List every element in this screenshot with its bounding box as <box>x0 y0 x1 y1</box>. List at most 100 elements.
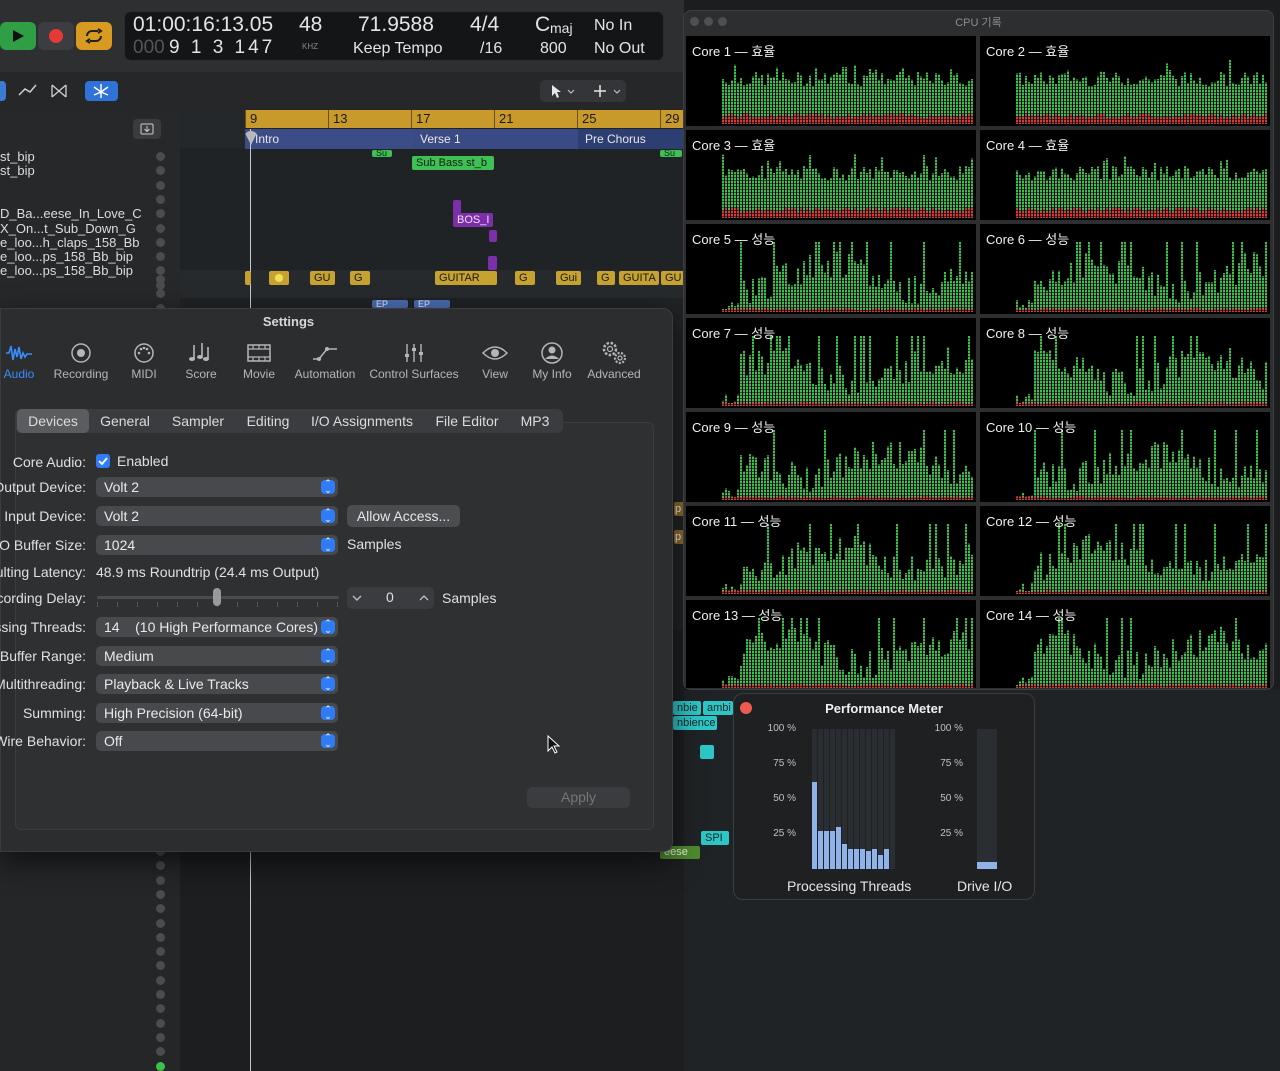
recording-delay-slider-thumb[interactable] <box>213 588 221 606</box>
track-mute-dot[interactable] <box>156 237 165 247</box>
cycle-button[interactable] <box>76 22 112 50</box>
recording-delay-stepper[interactable]: 0 <box>347 587 434 609</box>
track-mute-dot[interactable] <box>156 152 165 161</box>
lcd-display[interactable]: 01:00:16:13.05 000 9 1 3 147 48 KHZ 71.9… <box>124 11 664 61</box>
tab-devices[interactable]: Devices <box>17 409 89 433</box>
track-name[interactable]: X_On...t_Sub_Down_G <box>0 221 136 236</box>
chevron-down-icon[interactable] <box>351 593 363 603</box>
track-mute-dot[interactable] <box>156 975 165 985</box>
tab-sampler[interactable]: Sampler <box>163 409 233 433</box>
track-mute-dot[interactable] <box>156 1032 165 1042</box>
region-guitar[interactable]: GUITAR <box>435 271 497 285</box>
add-track-button[interactable] <box>133 119 161 139</box>
track-name[interactable]: st_bip <box>0 164 35 178</box>
region-yellow-dot[interactable] <box>269 271 289 285</box>
region-ambience-2[interactable]: ambi <box>703 701 733 715</box>
track-mute-dot[interactable] <box>156 194 165 204</box>
track-name[interactable]: e_loo...ps_158_Bb_bip <box>0 250 133 264</box>
region-ambience-1[interactable]: nbie <box>673 701 701 715</box>
multithreading-select[interactable]: Playback & Live Tracks ⌃ ⌄ <box>96 674 338 694</box>
buffer-range-select[interactable]: Medium ⌃ ⌄ <box>96 646 338 666</box>
catch-button[interactable] <box>85 81 118 101</box>
region-g-2[interactable]: G <box>515 271 535 285</box>
wire-behavior-select[interactable]: Off ⌃ ⌄ <box>96 731 338 751</box>
track-mute-dot[interactable] <box>156 223 165 233</box>
region-ambience-3[interactable]: nbience <box>673 716 717 730</box>
pane-view[interactable]: View <box>477 339 513 381</box>
track-mute-dot[interactable] <box>156 961 165 971</box>
track-mute-dot[interactable] <box>156 1047 165 1057</box>
threads-select[interactable]: 14 (10 High Performance Cores) ⌃ ⌄ <box>96 617 338 637</box>
flex-button[interactable] <box>44 81 74 101</box>
track-mute-dot[interactable] <box>156 166 165 176</box>
record-button[interactable] <box>38 22 74 50</box>
region-spi[interactable]: SPI <box>701 831 729 845</box>
region-gui[interactable]: Gui <box>556 271 581 285</box>
track-mute-dot[interactable] <box>156 875 165 885</box>
tab-general[interactable]: General <box>93 409 157 433</box>
track-mute-dot[interactable] <box>156 1004 165 1014</box>
track-mute-dot[interactable] <box>156 889 165 899</box>
chevron-up-icon[interactable] <box>418 593 430 603</box>
pane-my-info[interactable]: My Info <box>529 339 575 381</box>
region-gu-1[interactable]: GU <box>310 271 335 285</box>
pane-control-surfaces[interactable]: Control Surfaces <box>366 339 462 381</box>
track-mute-dot[interactable] <box>156 1018 165 1028</box>
track-mute-dot[interactable] <box>156 209 165 219</box>
region-g-3[interactable]: G <box>597 271 615 285</box>
region-yellow-edge[interactable] <box>245 271 251 285</box>
track-mute-dot[interactable] <box>156 947 165 957</box>
play-button[interactable] <box>0 22 36 50</box>
marker-verse-1[interactable]: Verse 1 <box>420 132 461 146</box>
pane-advanced[interactable]: Advanced <box>586 339 642 381</box>
pane-midi[interactable]: MIDI <box>126 339 162 381</box>
tab-io-assignments[interactable]: I/O Assignments <box>305 409 419 433</box>
pane-automation[interactable]: Automation <box>291 339 359 381</box>
region-ep-2[interactable]: EP <box>414 300 450 308</box>
region-su-2[interactable]: Su <box>660 150 682 157</box>
track-name[interactable]: e_loo...h_claps_158_Bb <box>0 235 140 250</box>
pane-score[interactable]: Score <box>183 339 219 381</box>
track-mute-dot[interactable] <box>156 904 165 914</box>
track-mute-dot[interactable] <box>156 861 165 871</box>
track-mute-dot[interactable] <box>156 180 165 190</box>
tab-file-editor[interactable]: File Editor <box>427 409 507 433</box>
tab-mp3[interactable]: MP3 <box>513 409 557 433</box>
allow-access-button[interactable]: Allow Access... <box>347 505 460 527</box>
recording-delay-value[interactable]: 0 <box>386 589 394 605</box>
region-purple-tiny-2[interactable] <box>488 256 497 270</box>
track-name[interactable]: D_Ba...eese_In_Love_C <box>0 207 142 221</box>
automation-curve-button[interactable] <box>12 81 42 101</box>
tool-selector[interactable] <box>540 80 626 102</box>
region-ep-1[interactable]: EP <box>372 300 408 308</box>
summing-select[interactable]: High Precision (64-bit) ⌃ ⌄ <box>96 703 338 723</box>
input-device-select[interactable]: Volt 2 ⌃ ⌄ <box>96 506 338 526</box>
pane-audio[interactable]: Audio <box>1 339 37 381</box>
bar-ruler[interactable]: 9 13 17 21 25 29 <box>245 110 685 128</box>
region-bos[interactable]: BOS_I <box>453 213 493 227</box>
core-audio-checkbox[interactable] <box>96 454 110 468</box>
region-g-1[interactable]: G <box>350 271 370 285</box>
pane-recording[interactable]: Recording <box>51 339 111 381</box>
region-gu-2[interactable]: GU <box>661 271 684 285</box>
pane-movie[interactable]: Movie <box>241 339 277 381</box>
output-device-select[interactable]: Volt 2 ⌃ ⌄ <box>96 477 338 497</box>
track-mute-dot[interactable] <box>156 1061 165 1071</box>
marker-track[interactable]: Intro Verse 1 Pre Chorus <box>245 129 685 149</box>
track-mute-dot[interactable] <box>156 990 165 999</box>
track-mute-dot[interactable] <box>156 289 165 299</box>
tab-editing[interactable]: Editing <box>237 409 299 433</box>
marker-intro[interactable]: Intro <box>255 132 279 146</box>
track-mute-dot[interactable] <box>156 275 165 284</box>
apply-button[interactable]: Apply <box>527 787 630 808</box>
track-name[interactable]: e_loo...ps_158_Bb_bip <box>0 264 133 278</box>
track-mute-dot[interactable] <box>156 918 165 928</box>
buffer-size-select[interactable]: 1024 ⌃ ⌄ <box>96 535 338 555</box>
region-purple-tiny[interactable] <box>489 230 497 242</box>
region-teal-square[interactable] <box>700 745 714 759</box>
track-mute-dot[interactable] <box>156 252 165 262</box>
toolbar-edge-button[interactable] <box>0 81 6 101</box>
region-purple-small[interactable] <box>453 200 461 214</box>
region-su-1[interactable]: Su <box>372 150 392 157</box>
track-name[interactable]: st_bip <box>0 150 35 164</box>
